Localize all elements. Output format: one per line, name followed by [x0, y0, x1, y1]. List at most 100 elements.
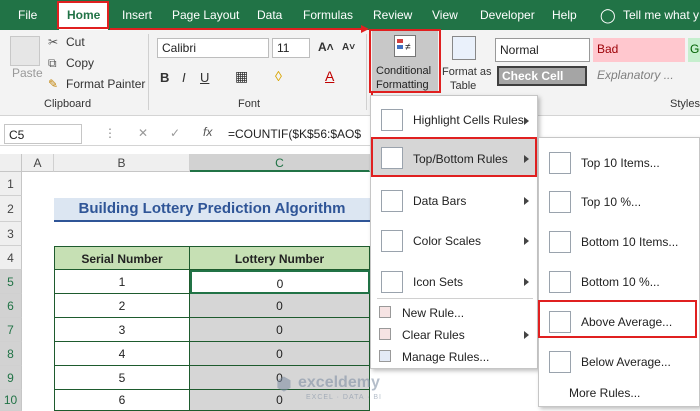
menu-item-label: New Rule...	[402, 306, 465, 320]
tab-insert[interactable]: Insert	[122, 0, 152, 30]
menu-item-top-bottom-rules[interactable]: Top/Bottom Rules	[371, 139, 537, 177]
menu-item-label: Bottom 10 %...	[581, 275, 660, 289]
insert-function-icon[interactable]: fx	[203, 125, 212, 139]
table-cell[interactable]: 5	[54, 366, 190, 390]
menu-item-label: Top 10 Items...	[581, 156, 660, 170]
header-serial-number[interactable]: Serial Number	[54, 246, 190, 270]
table-cell[interactable]: 2	[54, 294, 190, 318]
tab-data[interactable]: Data	[257, 0, 282, 30]
column-header-c[interactable]: C	[190, 154, 370, 172]
tab-file[interactable]: File	[18, 0, 37, 30]
conditional-formatting-button[interactable]: ≠ Conditional Formatting	[372, 31, 438, 93]
menu-item-bottom-10-percent[interactable]: Bottom 10 %...	[539, 265, 699, 299]
table-cell-active[interactable]: 0	[190, 270, 370, 294]
formula-input[interactable]: =COUNTIF($K$56:$AO$	[224, 124, 370, 144]
increase-font-icon[interactable]: A˄	[318, 40, 334, 54]
format-as-table-label-1[interactable]: Format as	[442, 66, 492, 78]
menu-item-clear-rules[interactable]: Clear Rules	[371, 324, 537, 346]
bold-icon[interactable]: B	[160, 70, 169, 85]
chevron-right-icon	[524, 155, 529, 163]
tab-home[interactable]: Home	[59, 3, 109, 30]
underline-icon[interactable]: U	[200, 70, 209, 85]
borders-icon[interactable]: ▦	[235, 68, 248, 85]
conditional-formatting-label-2: Formatting	[376, 79, 429, 91]
format-painter-icon[interactable]: ✎	[48, 77, 58, 91]
enter-icon[interactable]: ✓	[170, 126, 180, 140]
tab-help[interactable]: Help	[552, 0, 577, 30]
menu-item-data-bars[interactable]: Data Bars	[371, 183, 537, 219]
menu-item-below-average[interactable]: Below Average...	[539, 345, 699, 379]
row-header-9[interactable]: 9	[0, 366, 22, 390]
tab-developer[interactable]: Developer	[480, 0, 535, 30]
scissors-icon[interactable]: ✂	[48, 35, 58, 49]
sheet-title[interactable]: Building Lottery Prediction Algorithm	[54, 198, 370, 222]
row-header-6[interactable]: 6	[0, 294, 22, 318]
format-painter-button[interactable]: Format Painter	[66, 77, 145, 91]
tell-me-search[interactable]: Tell me what y	[623, 0, 699, 30]
copy-icon[interactable]: ⧉	[48, 56, 57, 71]
tab-page-layout[interactable]: Page Layout	[172, 0, 239, 30]
table-cell[interactable]: 1	[54, 270, 190, 294]
lightbulb-icon: ◯	[600, 7, 616, 23]
cancel-icon[interactable]: ✕	[138, 126, 148, 140]
italic-icon[interactable]: I	[182, 70, 186, 85]
menu-item-color-scales[interactable]: Color Scales	[371, 223, 537, 259]
watermark: ⬢ exceldemy EXCEL · DATA · BI	[276, 372, 406, 406]
table-cell[interactable]: 0	[190, 318, 370, 342]
above-average-icon	[549, 311, 571, 333]
row-header-1[interactable]: 1	[0, 172, 22, 196]
row-header-2[interactable]: 2	[0, 196, 22, 222]
style-explanatory[interactable]: Explanatory ...	[593, 66, 700, 86]
table-cell[interactable]: 3	[54, 318, 190, 342]
style-bad[interactable]: Bad	[593, 38, 685, 62]
table-cell[interactable]: 6	[54, 390, 190, 411]
tab-view[interactable]: View	[432, 0, 458, 30]
header-lottery-number[interactable]: Lottery Number	[190, 246, 370, 270]
menu-item-label: More Rules...	[569, 386, 641, 400]
style-check-cell[interactable]: Check Cell	[497, 66, 587, 86]
style-normal[interactable]: Normal	[495, 38, 590, 62]
menu-item-icon-sets[interactable]: Icon Sets	[371, 264, 537, 300]
style-normal-label: Normal	[500, 43, 539, 57]
name-box[interactable]: C5	[4, 124, 82, 144]
row-header-10[interactable]: 10	[0, 390, 22, 411]
paste-button[interactable]: Paste	[12, 66, 43, 80]
format-as-table-icon[interactable]	[452, 36, 476, 60]
row-header-4[interactable]: 4	[0, 246, 22, 270]
menu-item-new-rule[interactable]: New Rule...	[371, 302, 537, 324]
menu-item-more-rules[interactable]: More Rules...	[539, 382, 699, 404]
menu-item-label: Data Bars	[413, 194, 467, 208]
more-options-icon[interactable]: ⋮	[104, 126, 116, 140]
tab-formulas[interactable]: Formulas	[303, 0, 353, 30]
menu-item-top-10-percent[interactable]: Top 10 %...	[539, 185, 699, 219]
menu-item-top-10-items[interactable]: Top 10 Items...	[539, 146, 699, 180]
menu-item-bottom-10-items[interactable]: Bottom 10 Items...	[539, 225, 699, 259]
row-header-7[interactable]: 7	[0, 318, 22, 342]
row-header-5[interactable]: 5	[0, 270, 22, 294]
table-cell[interactable]: 0	[190, 294, 370, 318]
table-cell[interactable]: 0	[190, 342, 370, 366]
font-name-dropdown[interactable]: Calibri	[157, 38, 269, 58]
format-as-table-label-2[interactable]: Table	[450, 80, 476, 92]
cut-button[interactable]: Cut	[66, 35, 85, 49]
column-header-a[interactable]: A	[22, 154, 54, 172]
table-cell[interactable]: 4	[54, 342, 190, 366]
fill-color-icon[interactable]: ◊	[275, 68, 282, 84]
row-header-3[interactable]: 3	[0, 222, 22, 246]
clipboard-icon[interactable]	[10, 36, 40, 66]
row-header-8[interactable]: 8	[0, 342, 22, 366]
font-size-dropdown[interactable]: 11	[272, 38, 310, 58]
column-header-b[interactable]: B	[54, 154, 190, 172]
chevron-right-icon	[524, 278, 529, 286]
menu-item-manage-rules[interactable]: Manage Rules...	[371, 346, 537, 368]
style-good[interactable]: Go	[688, 38, 700, 62]
menu-item-label: Above Average...	[581, 315, 673, 329]
style-check-cell-label: Check Cell	[502, 69, 564, 83]
tab-review[interactable]: Review	[373, 0, 412, 30]
menu-item-highlight-cells-rules[interactable]: Highlight Cells Rules	[371, 102, 537, 138]
copy-button[interactable]: Copy	[66, 56, 94, 70]
font-color-icon[interactable]: A	[325, 68, 334, 84]
select-all-corner[interactable]	[0, 154, 22, 172]
menu-item-above-average[interactable]: Above Average...	[539, 305, 699, 339]
decrease-font-icon[interactable]: A˅	[342, 42, 355, 53]
